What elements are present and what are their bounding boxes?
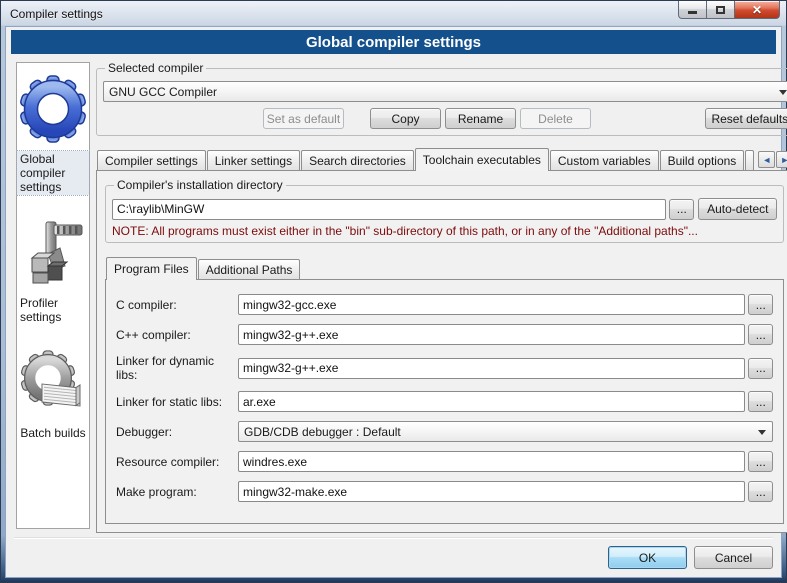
field-label: Resource compiler: (116, 455, 238, 469)
page-title: Global compiler settings (11, 30, 776, 54)
installation-directory-input[interactable] (112, 199, 666, 220)
tab-compiler-settings[interactable]: Compiler settings (97, 150, 206, 170)
chevron-down-icon (758, 430, 766, 435)
copy-button[interactable]: Copy (370, 108, 441, 129)
installation-directory-group-label: Compiler's installation directory (114, 178, 286, 192)
field-label: Debugger: (116, 425, 238, 439)
settings-sidebar: Global compiler settings (16, 62, 90, 529)
cpp-compiler-input[interactable] (238, 324, 745, 345)
window-controls: ✕ (678, 1, 780, 19)
field-label: C++ compiler: (116, 328, 238, 342)
program-files-panel: C compiler: ... C++ compiler: ... (105, 279, 784, 524)
field-row-debugger: Debugger: GDB/CDB debugger : Default (116, 421, 773, 442)
field-label: Make program: (116, 485, 238, 499)
compiler-settings-window: Compiler settings ✕ Global compiler sett… (0, 0, 787, 583)
program-files-notebook: Program Files Additional Paths C compile… (105, 257, 784, 524)
chevron-down-icon (779, 90, 787, 95)
rename-button[interactable]: Rename (445, 108, 516, 129)
field-label: C compiler: (116, 298, 238, 312)
field-row-make-program: Make program: ... (116, 481, 773, 502)
main-content: Selected compiler GNU GCC Compiler Set a… (96, 62, 787, 537)
subtab-program-files[interactable]: Program Files (106, 257, 197, 280)
field-label: Linker for dynamic libs: (116, 354, 238, 382)
close-icon: ✕ (752, 3, 762, 17)
dialog-footer: OK Cancel (14, 537, 773, 577)
sidebar-item-global-compiler-settings[interactable]: Global compiler settings (17, 73, 89, 195)
reset-defaults-button[interactable]: Reset defaults (705, 108, 787, 129)
compiler-select-value: GNU GCC Compiler (109, 85, 217, 99)
selected-compiler-group-label: Selected compiler (105, 61, 206, 75)
browse-cpp-compiler-button[interactable]: ... (748, 324, 773, 345)
bin-subdirectory-note: NOTE: All programs must exist either in … (112, 224, 777, 238)
compiler-actions: Set as default Copy Rename Delete Reset … (103, 108, 787, 129)
sidebar-item-label: Global compiler settings (17, 151, 89, 195)
field-label: Linker for static libs: (116, 395, 238, 409)
close-button[interactable]: ✕ (734, 1, 780, 19)
make-program-input[interactable] (238, 481, 745, 502)
settings-tab-control: Compiler settings Linker settings Search… (96, 148, 787, 533)
subtab-strip: Program Files Additional Paths (105, 257, 784, 279)
sidebar-item-label: Batch builds (17, 425, 88, 441)
tab-strip: Compiler settings Linker settings Search… (96, 148, 787, 170)
debugger-select-value: GDB/CDB debugger : Default (244, 425, 401, 439)
resource-compiler-input[interactable] (238, 451, 745, 472)
debugger-select[interactable]: GDB/CDB debugger : Default (238, 421, 773, 442)
toolchain-executables-panel: Compiler's installation directory ... Au… (96, 170, 787, 533)
auto-detect-button[interactable]: Auto-detect (698, 198, 777, 220)
tab-search-directories[interactable]: Search directories (301, 150, 414, 170)
dynamic-linker-input[interactable] (238, 358, 745, 379)
tab-scroll-buttons: ◄ ► (757, 151, 787, 168)
gray-gear-stack-icon (17, 347, 89, 419)
browse-resource-compiler-button[interactable]: ... (748, 451, 773, 472)
set-as-default-button[interactable]: Set as default (263, 108, 344, 129)
titlebar[interactable]: Compiler settings ✕ (1, 1, 786, 26)
installation-directory-group: Compiler's installation directory ... Au… (105, 185, 784, 243)
browse-c-compiler-button[interactable]: ... (748, 294, 773, 315)
browse-directory-button[interactable]: ... (669, 199, 694, 220)
delete-button[interactable]: Delete (520, 108, 591, 129)
subtab-additional-paths[interactable]: Additional Paths (198, 259, 301, 279)
static-linker-input[interactable] (238, 391, 745, 412)
browse-make-program-button[interactable]: ... (748, 481, 773, 502)
tab-scroll-right-icon[interactable]: ► (776, 151, 787, 168)
field-row-resource-compiler: Resource compiler: ... (116, 451, 773, 472)
tab-linker-settings[interactable]: Linker settings (207, 150, 300, 170)
ok-button[interactable]: OK (608, 546, 687, 569)
compiler-select[interactable]: GNU GCC Compiler (103, 81, 787, 102)
sidebar-item-profiler-settings[interactable]: Profiler settings (17, 217, 89, 325)
maximize-icon (716, 6, 725, 14)
field-row-c-compiler: C compiler: ... (116, 294, 773, 315)
field-row-cpp-compiler: C++ compiler: ... (116, 324, 773, 345)
dialog-surface: Global compiler settings (5, 26, 782, 578)
c-compiler-input[interactable] (238, 294, 745, 315)
maximize-button[interactable] (707, 1, 734, 19)
field-row-dynamic-linker: Linker for dynamic libs: ... (116, 354, 773, 382)
tab-custom-variables[interactable]: Custom variables (550, 150, 659, 170)
field-row-static-linker: Linker for static libs: ... (116, 391, 773, 412)
browse-dynamic-linker-button[interactable]: ... (748, 358, 773, 379)
minimize-icon (688, 11, 697, 14)
tab-toolchain-executables[interactable]: Toolchain executables (415, 148, 549, 171)
cancel-button[interactable]: Cancel (694, 546, 773, 569)
blue-gear-icon (17, 73, 89, 145)
browse-static-linker-button[interactable]: ... (748, 391, 773, 412)
window-title: Compiler settings (10, 7, 103, 21)
caliper-icon (17, 217, 89, 289)
tab-build-options[interactable]: Build options (660, 150, 745, 170)
minimize-button[interactable] (678, 1, 707, 19)
selected-compiler-group: Selected compiler GNU GCC Compiler Set a… (96, 68, 787, 136)
sidebar-item-label: Profiler settings (17, 295, 89, 325)
tab-scroll-left-icon[interactable]: ◄ (758, 151, 775, 168)
sidebar-item-batch-builds[interactable]: Batch builds (17, 347, 89, 441)
tab-partial[interactable] (745, 150, 754, 170)
